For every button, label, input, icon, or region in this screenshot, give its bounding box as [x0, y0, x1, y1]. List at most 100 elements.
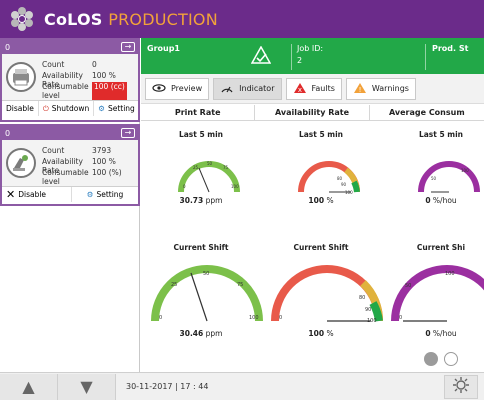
unit-id: 0: [5, 42, 11, 52]
page-indicator[interactable]: [444, 352, 458, 366]
divider: [291, 44, 292, 70]
svg-text:100: 100: [367, 318, 377, 324]
svg-text:25: 25: [193, 165, 199, 170]
unit-actions: Disable ⏻ Shutdown ⚙ Setting: [2, 100, 138, 116]
indicator-column-headers: Print Rate Availability Rate Average Con…: [141, 105, 484, 121]
job-id-value: 2: [297, 56, 303, 65]
small-gauges-svg: 0 25 50 75 100 80 90 100 50 100: [178, 161, 480, 195]
gear-icon: ⚙: [98, 104, 105, 113]
column-header-average-consumption: Average Consum: [388, 108, 465, 117]
eye-icon: [152, 83, 166, 94]
left-panel: 0 → Count 0 Availability Rate 100 % Cons…: [0, 38, 140, 372]
tab-warnings[interactable]: ! Warnings: [345, 77, 416, 100]
gauge-value: 100 %: [308, 196, 334, 205]
unit-header: 0 →: [2, 40, 138, 54]
unit-row-count: Count 0: [42, 60, 97, 69]
printer-icon: [6, 62, 36, 92]
svg-text:75: 75: [223, 165, 229, 170]
tab-preview[interactable]: Preview: [145, 77, 210, 100]
job-id-label: Job ID:: [297, 44, 324, 53]
svg-text:75: 75: [237, 282, 243, 288]
fault-icon: x: [293, 82, 307, 96]
arrow-down-icon: ▼: [80, 377, 93, 396]
svg-text:!: !: [358, 86, 361, 94]
brand-suffix: PRODUCTION: [108, 9, 218, 29]
svg-text:0: 0: [279, 315, 282, 321]
disable-button[interactable]: ✕ Disable: [2, 187, 72, 202]
unit-row-consumable: Consumable level 100 (%): [42, 168, 122, 186]
last-5-min-gauges: Last 5 min Last 5 min Last 5 min 0 25 50…: [141, 122, 484, 222]
gauge-value: 0 %/hou: [425, 196, 457, 205]
svg-text:25: 25: [171, 282, 177, 288]
svg-text:50: 50: [431, 176, 437, 181]
current-shift-gauges: Current Shift Current Shift Current Shi …: [141, 243, 484, 355]
arrow-right-icon[interactable]: →: [121, 42, 135, 52]
svg-text:100: 100: [461, 168, 469, 173]
brand-prefix: CoLOS: [44, 9, 103, 29]
column-header-print-rate: Print Rate: [141, 105, 256, 120]
setting-button[interactable]: ⚙ Setting: [94, 101, 139, 116]
svg-text:90: 90: [365, 307, 371, 313]
svg-text:50: 50: [203, 271, 209, 277]
top-bar: CoLOS PRODUCTION: [0, 0, 484, 38]
svg-text:50: 50: [405, 283, 411, 289]
scroll-down-button[interactable]: ▼: [58, 373, 116, 400]
tab-faults[interactable]: x Faults: [285, 77, 342, 100]
svg-text:0: 0: [159, 315, 162, 321]
prod-status-label: Prod. St: [432, 44, 469, 53]
app-title: CoLOS PRODUCTION: [44, 10, 218, 29]
svg-text:0: 0: [399, 315, 402, 321]
app-window: CoLOS PRODUCTION 0 → Count 0 Availabilit…: [0, 0, 484, 400]
svg-text:100: 100: [445, 271, 455, 277]
setting-button[interactable]: ⚙ Setting: [72, 187, 138, 202]
arrow-right-icon[interactable]: →: [121, 128, 135, 138]
printer-unit-card-2[interactable]: 0 → Count 3793 Availability Rate 100 % C…: [0, 124, 140, 206]
ok-status-icon: [250, 45, 272, 66]
consumable-alert-badge: 100 (cc): [92, 82, 127, 100]
svg-text:80: 80: [359, 295, 365, 301]
view-tabs: Preview Indicator x Faults ! Warnings: [141, 74, 484, 104]
scroll-up-button[interactable]: ▲: [0, 373, 58, 400]
indicator-icon: [220, 83, 234, 95]
unit-actions: ✕ Disable ⚙ Setting: [2, 186, 138, 202]
group-name: Group1: [147, 44, 180, 53]
gauge-value: 0 %/hou: [425, 329, 457, 338]
svg-text:50: 50: [207, 161, 213, 166]
shutdown-button[interactable]: ⏻ Shutdown: [39, 101, 95, 116]
svg-text:80: 80: [337, 176, 343, 181]
large-gauges-svg: 0 25 50 75 100 0 80 90 100 0 50 100: [151, 265, 484, 324]
tab-indicator[interactable]: Indicator: [213, 77, 282, 100]
gear-icon: ⚙: [86, 190, 94, 199]
svg-text:90: 90: [341, 182, 347, 187]
footer-bar: ▲ ▼ 30-11-2017 | 17 : 44: [0, 372, 484, 400]
arrow-up-icon: ▲: [22, 377, 35, 396]
gauge-value: 30.73 ppm: [179, 196, 223, 205]
page-indicator-active[interactable]: [424, 352, 438, 366]
column-header-availability-rate: Availability Rate: [255, 105, 370, 120]
colos-logo-icon: [8, 5, 36, 33]
settings-button[interactable]: [444, 375, 478, 399]
printer-unit-card-1[interactable]: 0 → Count 0 Availability Rate 100 % Cons…: [0, 38, 140, 122]
gauge-value: 30.46 ppm: [179, 329, 223, 338]
svg-text:0: 0: [183, 184, 186, 189]
unit-id: 0: [5, 128, 11, 138]
unit-body: Count 0 Availability Rate 100 % Consumab…: [2, 54, 138, 100]
svg-text:x: x: [297, 86, 301, 94]
warning-icon: !: [353, 82, 367, 96]
main-content: Group1 Job ID: 2 Prod. St Preview Indica…: [141, 38, 484, 372]
disable-button[interactable]: Disable: [2, 101, 39, 116]
unit-header: 0 →: [2, 126, 138, 140]
svg-text:100: 100: [345, 190, 353, 195]
close-icon: ✕: [6, 188, 16, 201]
svg-text:100: 100: [231, 184, 239, 189]
date-time: 30-11-2017 | 17 : 44: [126, 382, 209, 391]
gear-icon: [452, 376, 470, 398]
power-icon: ⏻: [42, 103, 49, 113]
unit-row-count: Count 3793: [42, 146, 112, 155]
gauge-value: 100 %: [308, 329, 334, 338]
unit-body: Count 3793 Availability Rate 100 % Consu…: [2, 140, 138, 186]
svg-text:100: 100: [249, 315, 259, 321]
unit-row-consumable: Consumable level 100 (cc): [42, 82, 127, 100]
status-bar: Group1 Job ID: 2 Prod. St: [141, 38, 484, 74]
labeler-icon: [6, 148, 36, 178]
